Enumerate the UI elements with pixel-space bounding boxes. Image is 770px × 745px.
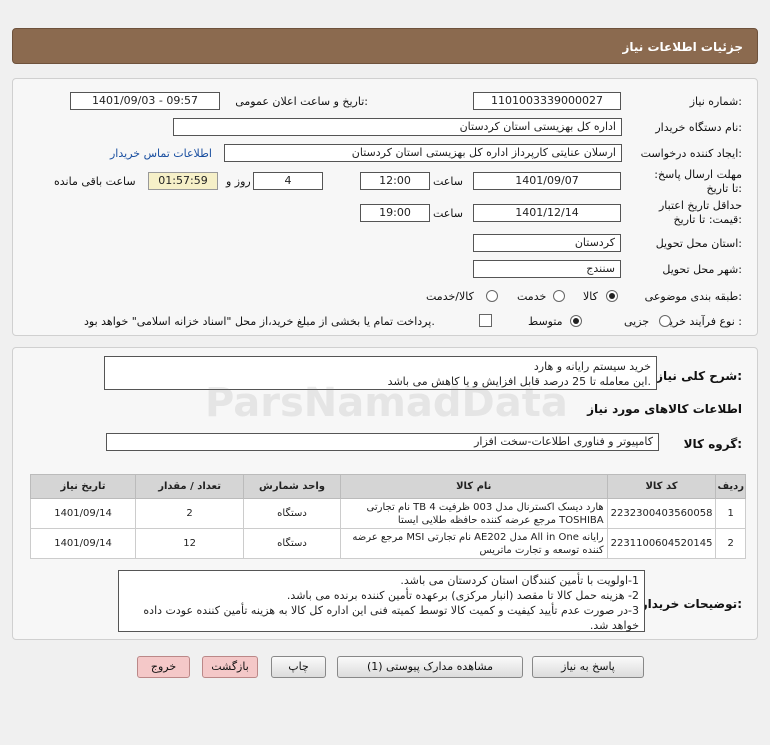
exit-button[interactable]: خروج	[137, 656, 190, 678]
process-radio-minor[interactable]	[659, 315, 671, 327]
col-name-header: نام کالا	[339, 474, 608, 499]
validity-time-label: ساعت	[433, 207, 463, 220]
province-label: استان محل تحویل:	[655, 237, 742, 250]
print-button[interactable]: چاپ	[271, 656, 326, 678]
back-button[interactable]: بازگشت	[202, 656, 258, 678]
days-field: 4	[253, 172, 323, 190]
deadline-time-field: 12:00	[360, 172, 430, 190]
category-radio-goods[interactable]	[606, 290, 618, 302]
need-number-field: 1101003339000027	[473, 92, 621, 110]
category-label: طبقه بندی موضوعی:	[644, 290, 742, 303]
process-label: نوع فرآیند خرید :	[664, 315, 742, 328]
remaining-time-field: 01:57:59	[148, 172, 218, 190]
remaining-label: ساعت باقی مانده	[54, 175, 136, 188]
cell-unit: دستگاه	[243, 498, 341, 529]
col-code-header: کد کالا	[606, 474, 717, 499]
cell-code: 2231100604520145	[606, 528, 717, 559]
validity-label: حداقل تاریخ اعتبار قیمت: تا تاریخ:	[658, 199, 742, 226]
col-row-header: ردیف	[715, 474, 746, 499]
buyer-contact-link[interactable]: اطلاعات تماس خریدار	[110, 147, 212, 160]
goods-group-label: گروه کالا:	[683, 437, 742, 451]
cell-unit: دستگاه	[243, 528, 341, 559]
cell-row: 1	[715, 498, 746, 529]
goods-table: ردیف کد کالا نام کالا واحد شمارش تعداد /…	[29, 474, 746, 559]
buyer-org-label: نام دستگاه خریدار:	[655, 121, 742, 134]
general-desc-line-1: خرید سیستم رایانه و هارد	[533, 360, 651, 373]
process-option-medium: متوسط	[528, 315, 563, 328]
creator-field: ارسلان عنایتی کارپرداز اداره کل بهزیستی …	[224, 144, 622, 162]
cell-name: هارد دیسک اکسترنال مدل 003 ظرفیت 4 TB نا…	[339, 498, 608, 529]
goods-info-heading: اطلاعات کالاهای مورد نیاز	[587, 402, 742, 416]
col-unit-header: واحد شمارش	[243, 474, 341, 499]
buyer-note-2: 2- هزینه حمل کالا تا مقصد (انبار مرکزی) …	[286, 589, 639, 602]
buyer-note-1: 1-اولویت با تأمین کنندگان استان کردستان …	[400, 574, 639, 587]
cell-date: 1401/09/14	[29, 528, 137, 559]
cell-row: 2	[715, 528, 746, 559]
deadline-time-label: ساعت	[433, 175, 463, 188]
table-row: 1 2232300403560058 هارد دیسک اکسترنال مد…	[29, 498, 746, 529]
page-header: جزئیات اطلاعات نیاز	[12, 28, 758, 64]
process-radio-medium[interactable]	[570, 315, 582, 327]
buyer-notes-label: توضیحات خریدار:	[640, 597, 742, 611]
days-label: روز و	[226, 175, 251, 188]
reply-button[interactable]: پاسخ به نیاز	[532, 656, 644, 678]
general-desc-line-2: این معامله تا 25 درصد قابل افزایش و یا ک…	[387, 375, 651, 388]
category-radio-service[interactable]	[553, 290, 565, 302]
cell-qty: 2	[135, 498, 245, 529]
page-title: جزئیات اطلاعات نیاز	[622, 40, 743, 54]
province-field: کردستان	[473, 234, 621, 252]
process-option-minor: جزیی	[624, 315, 650, 328]
city-label: شهر محل تحویل:	[662, 263, 742, 276]
cell-name: رایانه All in One مدل AE202 نام تجارتی M…	[339, 528, 608, 559]
buyer-note-3: 3-در صورت عدم تأیید کیفیت و کمیت کالا تو…	[143, 604, 639, 632]
category-option-goods: کالا	[583, 290, 598, 303]
city-field: سنندج	[473, 260, 621, 278]
announce-label: تاریخ و ساعت اعلان عمومی:	[235, 95, 368, 108]
category-radio-goods-service[interactable]	[486, 290, 498, 302]
cell-code: 2232300403560058	[606, 498, 717, 529]
deadline-label: مهلت ارسال پاسخ: تا تاریخ:	[654, 168, 742, 195]
col-qty-header: تعداد / مقدار	[135, 474, 245, 499]
general-desc-label: شرح کلی نیاز:	[656, 369, 742, 383]
cell-qty: 12	[135, 528, 245, 559]
treasury-checkbox[interactable]	[479, 314, 492, 327]
category-option-goods-service: کالا/خدمت	[426, 290, 474, 303]
general-desc-box: خرید سیستم رایانه و هارد این معامله تا 2…	[104, 356, 657, 390]
need-number-label: شماره نیاز:	[689, 95, 742, 108]
cell-date: 1401/09/14	[29, 498, 137, 529]
announce-date-field: 1401/09/03 - 09:57	[70, 92, 220, 110]
deadline-date-field: 1401/09/07	[473, 172, 621, 190]
category-option-service: خدمت	[517, 290, 547, 303]
validity-time-field: 19:00	[360, 204, 430, 222]
goods-table-header-row: ردیف کد کالا نام کالا واحد شمارش تعداد /…	[29, 474, 746, 499]
buyer-org-field: اداره کل بهزیستی استان کردستان	[173, 118, 622, 136]
goods-group-field: کامپیوتر و فناوری اطلاعات-سخت افزار	[106, 433, 659, 451]
validity-date-field: 1401/12/14	[473, 204, 621, 222]
buyer-notes-box: 1-اولویت با تأمین کنندگان استان کردستان …	[118, 570, 645, 632]
col-date-header: تاریخ نیاز	[29, 474, 137, 499]
treasury-note: پرداخت تمام یا بخشی از مبلغ خرید،از محل …	[84, 315, 435, 328]
table-row: 2 2231100604520145 رایانه All in One مدل…	[29, 528, 746, 559]
creator-label: ایجاد کننده درخواست:	[640, 147, 742, 160]
view-attachments-button[interactable]: مشاهده مدارک پیوستی (1)	[337, 656, 523, 678]
